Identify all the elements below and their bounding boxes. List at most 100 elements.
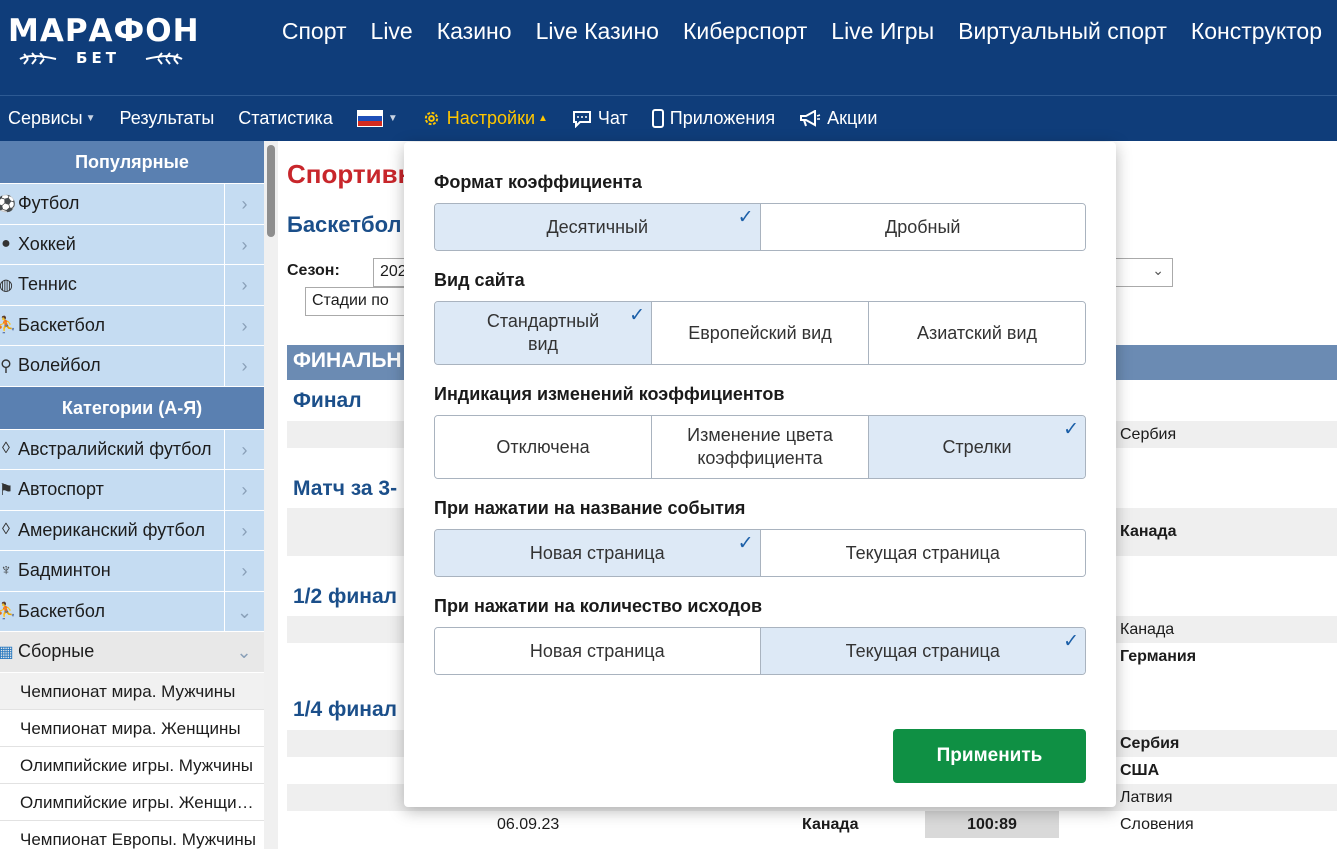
option-label: Отключена [496,436,590,457]
chat-bubble-icon [572,110,591,128]
caret-up-icon: ▲ [538,113,548,124]
sidebar-item-american-football[interactable]: ◊ Американский футбол › [0,510,264,551]
categories-header: Категории (А-Я) [0,386,264,430]
basketball-icon: ⛹ [0,603,16,621]
team-name: Латвия [1120,789,1173,806]
sidebar-subitem[interactable]: Олимпийские игры. Мужчины [0,747,264,784]
option-current-page[interactable]: Текущая страница✓ [759,628,1085,674]
apps-link[interactable]: Приложения [651,108,775,129]
option-new-page[interactable]: Новая страница✓ [435,628,760,674]
option-new-page[interactable]: Новая страница✓ [435,530,760,576]
option-label: Новая страница [529,542,665,563]
megaphone-icon [800,109,821,127]
apply-button[interactable]: Применить [893,729,1086,783]
chevron-down-icon[interactable]: ⌄ [224,591,264,631]
page-subtitle: Баскетбол [287,212,402,237]
option-standard-view[interactable]: Стандартный вид ✓ [435,302,651,364]
chevron-right-icon[interactable]: › [224,470,264,510]
chat-link[interactable]: Чат [572,108,628,129]
sidebar-item-national-teams[interactable]: ▦ Сборные ⌄ [0,632,264,673]
statistics-link[interactable]: Статистика [238,108,333,129]
sidebar-item-label: Футбол [18,193,80,214]
promos-label: Акции [827,108,878,128]
odds-change-label: Индикация изменений коэффициентов [434,384,785,404]
option-asian-view[interactable]: Азиатский вид✓ [868,302,1085,364]
odds-format-toggle: Десятичный ✓ Дробный✓ [434,203,1086,251]
services-menu[interactable]: Сервисы ▼ [8,108,95,129]
chevron-down-icon[interactable]: ⌄ [224,632,264,672]
option-arrows[interactable]: Стрелки ✓ [868,416,1085,478]
sidebar-item-aussie-football[interactable]: ◊ Австралийский футбол › [0,429,264,470]
team-name: Словения [1120,816,1194,833]
table-row[interactable]: 06.09.23 Канада 100:89 Словения [287,811,1337,838]
chevron-right-icon[interactable]: › [224,184,264,224]
option-label: Дробный [885,216,961,237]
nav-constructor[interactable]: Конструктор [1191,18,1322,45]
site-view-toggle: Стандартный вид ✓ Европейский вид✓ Азиатс… [434,301,1086,365]
chevron-right-icon[interactable]: › [224,265,264,305]
sidebar-item-label: Американский футбол [18,519,205,540]
team-name: Канада [1120,621,1175,638]
gear-icon [424,111,438,126]
results-label: Результаты [119,108,215,128]
sidebar-subitem[interactable]: Чемпионат Европы. Мужчины [0,821,264,849]
chevron-right-icon[interactable]: › [224,224,264,264]
scrollbar-thumb[interactable] [267,145,275,237]
sidebar-subitem[interactable]: Чемпионат мира. Мужчины [0,672,264,710]
aussie-football-icon: ◊ [2,440,10,458]
sidebar-item-badminton[interactable]: ♆ Бадминтон › [0,551,264,592]
nav-casino[interactable]: Казино [437,18,512,45]
option-label: Европейский вид [688,322,832,343]
nav-virtual-sport[interactable]: Виртуальный спорт [958,18,1167,45]
chevron-right-icon[interactable]: › [224,510,264,550]
nav-sport[interactable]: Спорт [282,18,347,45]
chevron-right-icon[interactable]: › [224,346,264,386]
option-decimal[interactable]: Десятичный ✓ [435,204,760,250]
sidebar-item-tennis[interactable]: ◍ Теннис › [0,265,264,306]
nav-esports[interactable]: Киберспорт [683,18,807,45]
stage-final: Финал [293,389,362,412]
sidebar-item-label: Австралийский футбол [18,438,212,459]
option-current-page[interactable]: Текущая страница✓ [759,530,1085,576]
option-european-view[interactable]: Европейский вид✓ [651,302,868,364]
volleyball-icon: ⚲ [0,357,12,375]
site-view-label: Вид сайта [434,270,525,290]
option-disabled[interactable]: Отключена✓ [435,416,651,478]
nav-live-games[interactable]: Live Игры [831,18,934,45]
sidebar-item-hockey[interactable]: ● Хоккей › [0,224,264,265]
option-label: Новая страница [529,640,665,661]
language-selector[interactable]: ▼ [356,110,398,127]
chevron-right-icon[interactable]: › [224,429,264,469]
caret-down-icon: ▼ [85,113,96,124]
tennis-ball-icon: ◍ [0,276,13,294]
sidebar-item-football[interactable]: ⚽ Футбол › [0,184,264,225]
russia-flag-icon [356,110,383,127]
sidebar-subitem[interactable]: Олимпийские игры. Женщины [0,784,264,821]
settings-menu[interactable]: Настройки ▲ [422,108,548,129]
chat-label: Чат [597,108,628,128]
statistics-label: Статистика [238,108,333,128]
soccer-ball-icon: ⚽ [0,195,16,213]
sidebar-scrollbar[interactable] [264,141,278,849]
marathon-logo[interactable]: МАРАФОН БЕТ [8,14,200,67]
sidebar-subitem[interactable]: Чемпионат мира. Женщины [0,710,264,747]
sidebar-item-motorsport[interactable]: ⚑ Автоспорт › [0,470,264,511]
sidebar-item-basketball[interactable]: ⛹ Баскетбол › [0,305,264,346]
nav-live[interactable]: Live [371,18,413,45]
hockey-puck-icon: ● [1,235,11,253]
sidebar-item-basketball-cat[interactable]: ⛹ Баскетбол ⌄ [0,591,264,632]
option-fractional[interactable]: Дробный✓ [759,204,1085,250]
stage-quarterfinal: 1/4 финал [293,698,398,721]
world-map-icon: ▦ [0,643,14,661]
sports-sidebar: Популярные ⚽ Футбол › ● Хоккей › ◍ Теннис › ⛹ Б… [0,141,264,849]
sub-header: Сервисы ▼ Результаты Статистика ▼ Настрой… [0,95,1337,141]
option-color-change[interactable]: Изменение цвета коэффициента✓ [651,416,868,478]
sidebar-item-volleyball[interactable]: ⚲ Волейбол › [0,346,264,387]
chevron-right-icon[interactable]: › [224,305,264,345]
promos-link[interactable]: Акции [799,108,877,129]
chevron-right-icon[interactable]: › [224,551,264,591]
sidebar-item-label: Бадминтон [18,560,111,581]
nav-live-casino[interactable]: Live Казино [536,18,659,45]
results-link[interactable]: Результаты [119,108,214,129]
sidebar-item-label: Баскетбол [18,314,105,335]
